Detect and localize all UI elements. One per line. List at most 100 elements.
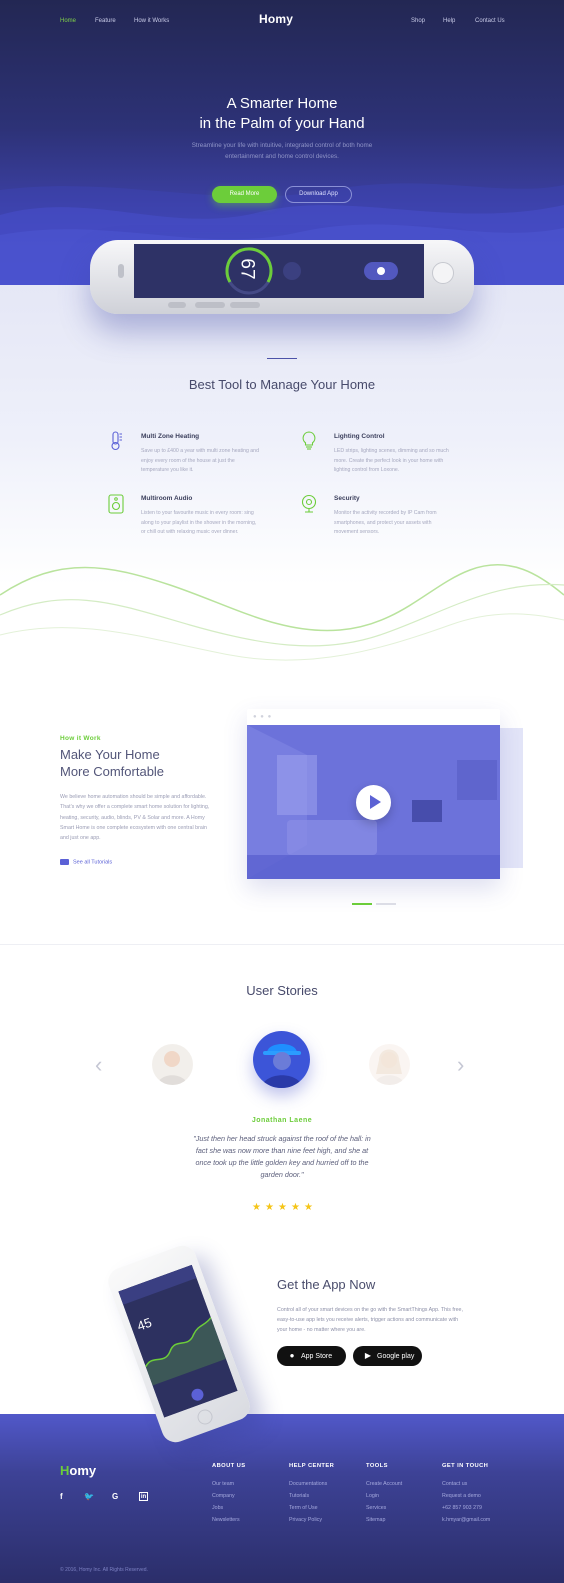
read-more-button[interactable]: Read More bbox=[212, 186, 277, 203]
footer-link[interactable]: Sitemap bbox=[366, 1517, 385, 1523]
hero-title: A Smarter Home in the Palm of your Hand bbox=[0, 94, 564, 134]
avatar-left-image bbox=[152, 1044, 193, 1085]
avatar-right-image bbox=[369, 1044, 410, 1085]
twitter-icon[interactable]: 🐦 bbox=[84, 1492, 94, 1501]
how-it-works-title: Make Your Home More Comfortable bbox=[60, 746, 230, 780]
testimonial-quote: "Just then her head struck against the r… bbox=[193, 1134, 371, 1179]
footer-link[interactable]: Privacy Policy bbox=[289, 1517, 322, 1523]
footer-heading-contact: GET IN TOUCH bbox=[442, 1463, 489, 1469]
how-title-line-2: More Comfortable bbox=[60, 764, 165, 779]
how-title-line-1: Make Your Home bbox=[60, 747, 160, 762]
footer-link[interactable]: Company bbox=[212, 1493, 235, 1499]
star-icon: ★ bbox=[252, 1202, 261, 1213]
phone-speaker bbox=[118, 264, 124, 278]
see-all-tutorials-link[interactable]: See all Tutorials bbox=[60, 859, 112, 865]
star-icon: ★ bbox=[265, 1202, 274, 1213]
decorative-green-waves bbox=[0, 564, 564, 661]
avatar-active-image bbox=[253, 1031, 310, 1088]
nav-feature[interactable]: Feature bbox=[95, 18, 116, 24]
slider-indicator-active[interactable] bbox=[352, 903, 372, 905]
footer-link[interactable]: Services bbox=[366, 1505, 386, 1511]
feature-title-audio: Multiroom Audio bbox=[141, 495, 193, 502]
star-icon: ★ bbox=[291, 1202, 300, 1213]
hero-subtitle-line-1: Streamline your life with intuitive, int… bbox=[191, 142, 373, 149]
footer-heading-about: ABOUT US bbox=[212, 1463, 246, 1469]
logo[interactable]: Homy bbox=[259, 12, 293, 26]
feature-text-audio: Listen to your favourite music in every … bbox=[141, 510, 257, 535]
footer-link[interactable]: Create Account bbox=[366, 1481, 402, 1487]
thermometer-icon bbox=[111, 431, 122, 451]
lightbulb-icon bbox=[302, 431, 316, 450]
download-app-button[interactable]: Download App bbox=[285, 186, 352, 203]
nav-help[interactable]: Help bbox=[443, 18, 455, 24]
feature-title-security: Security bbox=[334, 495, 360, 502]
footer-link[interactable]: Documentations bbox=[289, 1481, 327, 1487]
get-app-text: Control all of your smart devices on the… bbox=[277, 1307, 463, 1333]
footer-phone[interactable]: +62 857 903 279 bbox=[442, 1505, 482, 1511]
nav-shop[interactable]: Shop bbox=[411, 18, 425, 24]
slider-indicator[interactable] bbox=[376, 903, 396, 905]
phone-side-button bbox=[168, 302, 186, 308]
speaker-icon bbox=[108, 494, 124, 514]
nav-how-it-works[interactable]: How it Works bbox=[134, 18, 169, 24]
features-title: Best Tool to Manage Your Home bbox=[188, 377, 376, 392]
phone-side-button bbox=[230, 302, 260, 308]
play-button[interactable] bbox=[356, 785, 391, 820]
feature-text-lighting: LED strips, lighting scenes, dimming and… bbox=[334, 448, 449, 473]
footer-link[interactable]: Contact us bbox=[442, 1481, 467, 1487]
google-icon[interactable]: G bbox=[112, 1492, 118, 1501]
feature-title-heating: Multi Zone Heating bbox=[141, 433, 200, 440]
app-store-button[interactable]: ● App Store bbox=[277, 1346, 346, 1366]
nav-contact-us[interactable]: Contact Us bbox=[475, 18, 505, 24]
thermostat-display bbox=[134, 244, 424, 298]
avatar-left[interactable] bbox=[152, 1044, 193, 1085]
phone-home-button bbox=[432, 262, 454, 284]
video-player[interactable] bbox=[247, 725, 500, 879]
phone-screen: 67 bbox=[134, 244, 424, 298]
google-play-button[interactable]: ▶ Google play bbox=[353, 1346, 422, 1366]
avatar-right[interactable] bbox=[369, 1044, 410, 1085]
nav-home[interactable]: Home bbox=[60, 18, 76, 24]
phone-side-button bbox=[195, 302, 225, 308]
hero-subtitle-line-2: entertainment and home control devices. bbox=[225, 153, 339, 160]
phone-home-button bbox=[195, 1407, 215, 1427]
star-icon: ★ bbox=[304, 1202, 313, 1213]
footer-link[interactable]: Term of Use bbox=[289, 1505, 318, 1511]
prev-arrow-icon[interactable]: ‹ bbox=[95, 1054, 102, 1076]
facebook-icon[interactable]: f bbox=[60, 1492, 63, 1501]
section-separator bbox=[0, 944, 564, 945]
video-icon bbox=[60, 859, 69, 865]
footer-link[interactable]: Tutorials bbox=[289, 1493, 309, 1499]
webcam-icon bbox=[301, 494, 317, 513]
copyright: © 2016, Homy Inc. All Rights Reserved. bbox=[60, 1567, 148, 1573]
phone-temperature: 67 bbox=[236, 258, 258, 280]
avatar-active[interactable] bbox=[253, 1031, 310, 1088]
how-it-works-text: We believe home automation should be sim… bbox=[60, 794, 210, 842]
footer-link[interactable]: Our team bbox=[212, 1481, 234, 1487]
features-background bbox=[0, 285, 564, 585]
footer-link[interactable]: Request a demo bbox=[442, 1493, 481, 1499]
how-it-works-tag: How it Work bbox=[60, 735, 101, 742]
star-icon: ★ bbox=[278, 1202, 287, 1213]
feature-title-lighting: Lighting Control bbox=[334, 433, 385, 440]
footer-link[interactable]: Login bbox=[366, 1493, 379, 1499]
apple-icon: ● bbox=[289, 1351, 295, 1360]
window-dots: ● ● ● bbox=[253, 714, 273, 720]
google-play-icon: ▶ bbox=[364, 1351, 372, 1360]
see-all-tutorials-label: See all Tutorials bbox=[73, 859, 113, 866]
feature-text-security: Monitor the activity recorded by IP Cam … bbox=[334, 510, 437, 535]
google-play-label: Google play bbox=[377, 1353, 415, 1360]
footer-link[interactable]: Newsletters bbox=[212, 1517, 240, 1523]
linkedin-icon[interactable]: in bbox=[139, 1492, 148, 1501]
get-app-title: Get the App Now bbox=[277, 1277, 376, 1292]
hero-title-line-2: in the Palm of your Hand bbox=[199, 115, 365, 132]
footer-heading-help: HELP CENTER bbox=[289, 1463, 335, 1469]
footer-heading-tools: TOOLS bbox=[366, 1463, 388, 1469]
hero-subtitle: Streamline your life with intuitive, int… bbox=[160, 140, 404, 162]
hero-title-line-1: A Smarter Home bbox=[226, 95, 338, 112]
hero-phone-mockup: 67 bbox=[90, 240, 474, 314]
footer-email[interactable]: k.hmyar@gmail.com bbox=[442, 1517, 490, 1523]
footer-logo[interactable]: Homy bbox=[60, 1463, 96, 1478]
next-arrow-icon[interactable]: › bbox=[457, 1054, 464, 1076]
footer-link[interactable]: Jobs bbox=[212, 1505, 223, 1511]
